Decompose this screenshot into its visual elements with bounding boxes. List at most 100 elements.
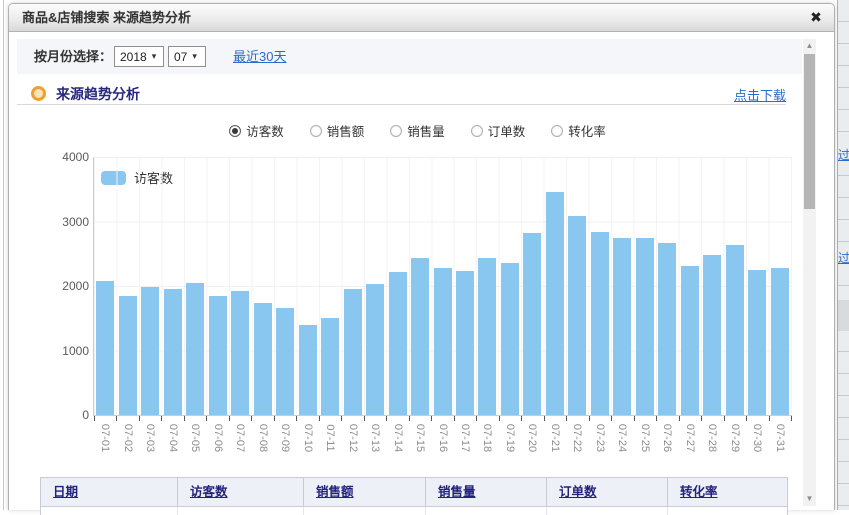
- bar-07-10[interactable]: [299, 325, 317, 415]
- recent-30-days-link[interactable]: 最近30天: [233, 39, 286, 74]
- x-axis-tick: [656, 416, 657, 421]
- bar-07-08[interactable]: [254, 303, 272, 415]
- y-axis-tick-label: 4000: [29, 150, 89, 164]
- bar-07-24[interactable]: [613, 238, 631, 415]
- x-axis-tick: [521, 416, 522, 421]
- bar-07-14[interactable]: [389, 272, 407, 415]
- bar-07-27[interactable]: [681, 266, 699, 415]
- bar-07-13[interactable]: [366, 284, 384, 415]
- table-cell: [304, 507, 426, 515]
- x-axis-tick: [116, 416, 117, 421]
- radio-icon[interactable]: [551, 125, 563, 137]
- metric-radio-label: 访客数: [246, 121, 284, 140]
- bar-07-16[interactable]: [434, 268, 452, 415]
- x-axis-tick: [184, 416, 185, 421]
- x-axis-label: 07-21: [549, 418, 561, 458]
- x-axis-label: 07-25: [639, 418, 651, 458]
- bar-07-21[interactable]: [546, 192, 564, 415]
- month-select[interactable]: 07 ▾: [168, 46, 206, 67]
- x-axis-tick: [589, 416, 590, 421]
- bar-07-04[interactable]: [164, 289, 182, 415]
- bar-07-15[interactable]: [411, 258, 429, 415]
- table-header-访客数[interactable]: 访客数: [178, 478, 304, 506]
- data-table: 日期访客数销售额销售量订单数转化率: [40, 477, 788, 515]
- x-axis-label: 07-07: [234, 418, 246, 458]
- x-axis-label: 07-04: [167, 418, 179, 458]
- dialog-scrollbar[interactable]: ▲ ▼: [803, 39, 816, 506]
- table-header-销售量[interactable]: 销售量: [426, 478, 547, 506]
- radio-icon[interactable]: [390, 125, 402, 137]
- table-header-日期[interactable]: 日期: [41, 478, 178, 506]
- section-title: 来源趋势分析: [56, 84, 140, 104]
- scroll-up-icon[interactable]: ▲: [803, 40, 816, 52]
- x-axis-label: 07-20: [526, 418, 538, 458]
- x-axis-tick: [161, 416, 162, 421]
- bar-07-29[interactable]: [726, 245, 744, 415]
- x-axis-label: 07-01: [99, 418, 111, 458]
- radio-selected-icon[interactable]: [229, 125, 241, 137]
- metric-radio-label: 转化率: [568, 121, 606, 140]
- table-header-订单数[interactable]: 订单数: [547, 478, 668, 506]
- x-axis-label: 07-08: [257, 418, 269, 458]
- bar-07-30[interactable]: [748, 270, 766, 415]
- metric-radio-group: 访客数 销售额 销售量 订单数 转化率: [33, 121, 802, 140]
- bar-07-06[interactable]: [209, 296, 227, 415]
- bar-07-01[interactable]: [96, 281, 114, 415]
- x-axis-label: 07-06: [212, 418, 224, 458]
- metric-radio-转化率[interactable]: 转化率: [551, 121, 606, 140]
- radio-icon[interactable]: [310, 125, 322, 137]
- x-axis-label: 07-12: [347, 418, 359, 458]
- x-axis-tick: [499, 416, 500, 421]
- metric-radio-订单数[interactable]: 订单数: [471, 121, 526, 140]
- metric-radio-label: 销售量: [407, 121, 445, 140]
- close-icon[interactable]: ✖: [807, 8, 825, 26]
- dialog-titlebar[interactable]: 商品&店铺搜索 来源趋势分析 ✖: [9, 4, 834, 32]
- bar-07-17[interactable]: [456, 271, 474, 415]
- bar-07-28[interactable]: [703, 255, 721, 415]
- bar-07-02[interactable]: [119, 296, 137, 415]
- table-header-row: 日期访客数销售额销售量订单数转化率: [40, 477, 788, 507]
- metric-radio-销售量[interactable]: 销售量: [390, 121, 445, 140]
- x-axis-tick: [341, 416, 342, 421]
- x-axis-line: [93, 415, 792, 416]
- background-partial-link[interactable]: 过: [838, 146, 849, 163]
- scrollbar-thumb[interactable]: [804, 54, 815, 209]
- bar-07-26[interactable]: [658, 243, 676, 415]
- bar-07-31[interactable]: [771, 268, 789, 415]
- bar-07-12[interactable]: [344, 289, 362, 415]
- radio-icon[interactable]: [471, 125, 483, 137]
- bar-07-05[interactable]: [186, 283, 204, 415]
- download-link[interactable]: 点击下载: [734, 85, 786, 104]
- background-partial-link[interactable]: 过: [838, 249, 849, 266]
- x-axis-tick: [274, 416, 275, 421]
- x-axis-label: 07-11: [324, 418, 336, 458]
- month-select-value: 07: [174, 50, 187, 64]
- x-axis-label: 07-23: [594, 418, 606, 458]
- bar-07-20[interactable]: [523, 233, 541, 415]
- table-header-转化率[interactable]: 转化率: [668, 478, 787, 506]
- bar-07-23[interactable]: [591, 232, 609, 415]
- bar-07-19[interactable]: [501, 263, 519, 415]
- x-axis-tick: [364, 416, 365, 421]
- table-header-销售额[interactable]: 销售额: [304, 478, 426, 506]
- x-axis-tick: [454, 416, 455, 421]
- bar-07-25[interactable]: [636, 238, 654, 415]
- x-axis-tick: [431, 416, 432, 421]
- metric-radio-销售额[interactable]: 销售额: [310, 121, 365, 140]
- table-cell: [178, 507, 304, 515]
- x-axis-tick: [229, 416, 230, 421]
- bar-07-18[interactable]: [478, 258, 496, 415]
- x-axis-tick: [319, 416, 320, 421]
- bar-07-11[interactable]: [321, 318, 339, 415]
- x-axis-label: 07-15: [414, 418, 426, 458]
- scroll-down-icon[interactable]: ▼: [803, 493, 816, 505]
- x-axis-tick: [746, 416, 747, 421]
- bar-07-22[interactable]: [568, 216, 586, 415]
- bar-07-09[interactable]: [276, 308, 294, 415]
- year-select[interactable]: 2018 ▾: [114, 46, 164, 67]
- metric-radio-访客数[interactable]: 访客数: [229, 121, 284, 140]
- x-axis-label: 07-28: [706, 418, 718, 458]
- bar-07-03[interactable]: [141, 287, 159, 415]
- bar-07-07[interactable]: [231, 291, 249, 415]
- y-axis-tick-label: 1000: [29, 344, 89, 358]
